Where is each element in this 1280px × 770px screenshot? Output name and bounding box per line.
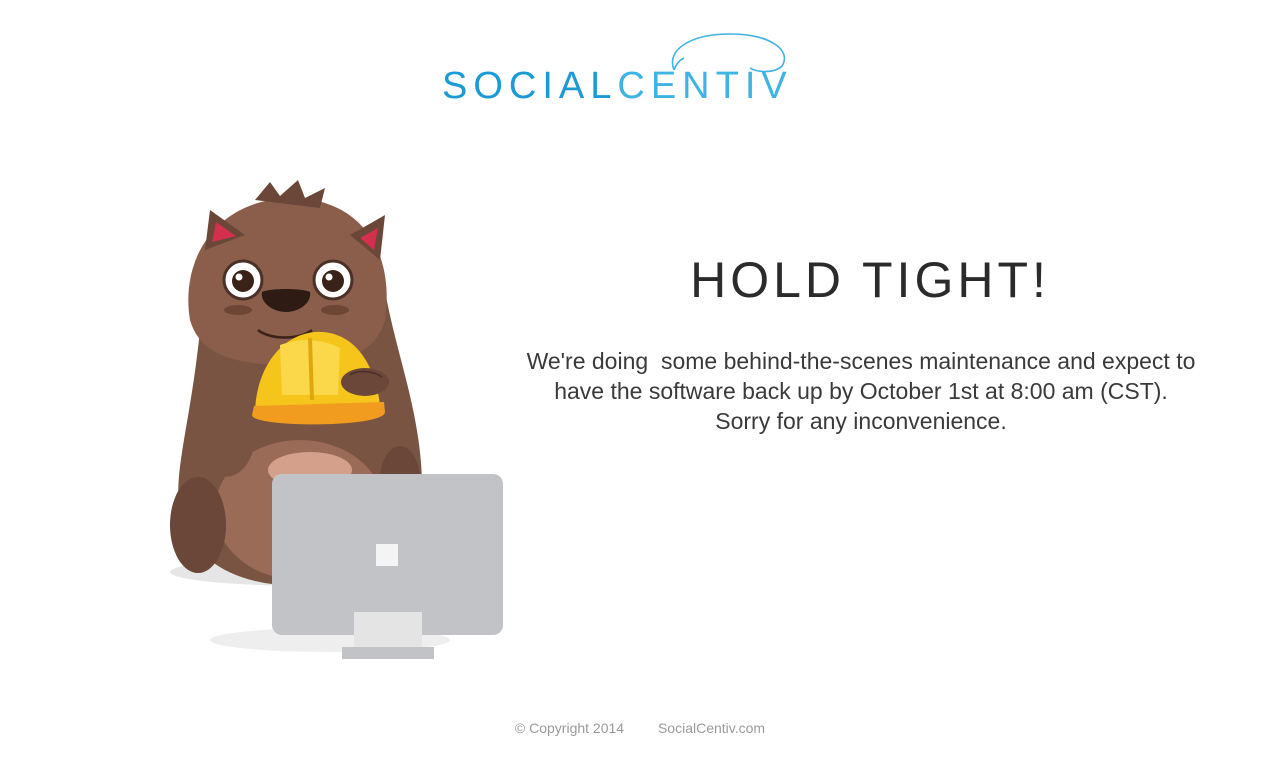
- page-headline: HOLD TIGHT!: [690, 252, 1050, 308]
- maintenance-page: SOCIALCENTIV HOLD TIGHT! We're doing som…: [0, 0, 1280, 770]
- logo-text-social: SOCIAL: [442, 65, 618, 107]
- site-link[interactable]: SocialCentiv.com: [658, 720, 765, 736]
- logo-text-centiv: CENTIV: [617, 65, 793, 107]
- maintenance-message: We're doing some behind-the-scenes maint…: [480, 346, 1242, 436]
- message-line-1: We're doing some behind-the-scenes maint…: [526, 348, 1196, 374]
- copyright-text: © Copyright 2014: [514, 720, 625, 736]
- footer: © Copyright 2014 SocialCentiv.com: [0, 720, 1280, 736]
- message-line-3: Sorry for any inconvenience.: [715, 408, 1007, 434]
- computer-monitor-icon: [272, 474, 503, 659]
- socialcentiv-logo: SOCIALCENTIV: [442, 30, 802, 110]
- message-line-2: have the software back up by October 1st…: [554, 378, 1168, 404]
